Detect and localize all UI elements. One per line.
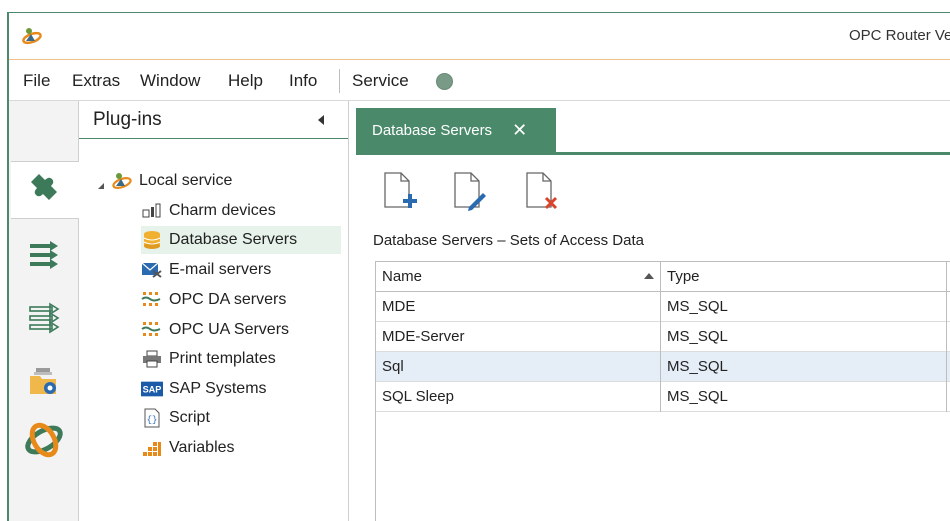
tab-underline bbox=[356, 152, 950, 155]
tree-item-label: Print templates bbox=[169, 350, 276, 367]
printer-icon bbox=[141, 349, 163, 369]
tree-item-label: Script bbox=[169, 409, 210, 426]
close-icon[interactable]: ✕ bbox=[512, 121, 527, 139]
tree-item-opc-ua-servers[interactable]: OPC UA Servers bbox=[141, 316, 341, 344]
cell-name: MDE-Server bbox=[376, 322, 661, 352]
tree-expander-icon[interactable] bbox=[97, 177, 105, 189]
script-icon: {} bbox=[141, 408, 163, 428]
content-area: Database Servers ✕ Database Servers – Se… bbox=[349, 101, 950, 521]
module-plugins[interactable] bbox=[11, 161, 79, 219]
table-row[interactable]: Sql MS_SQL bbox=[376, 352, 950, 382]
charm-devices-icon bbox=[141, 201, 163, 221]
new-document-icon bbox=[379, 172, 419, 219]
tree-root-local-service[interactable]: Local service bbox=[97, 169, 232, 193]
tree-item-charm-devices[interactable]: Charm devices bbox=[141, 197, 341, 225]
tree-item-label: Charm devices bbox=[169, 202, 276, 219]
module-connections[interactable] bbox=[11, 228, 77, 286]
delete-document-icon bbox=[521, 172, 561, 219]
email-icon bbox=[141, 260, 163, 280]
tree-item-database-servers[interactable]: Database Servers bbox=[141, 226, 341, 254]
module-settings[interactable] bbox=[11, 353, 77, 411]
edit-button[interactable] bbox=[449, 169, 489, 215]
cell-type: MS_SQL bbox=[661, 292, 947, 322]
opc-da-icon bbox=[141, 290, 163, 310]
service-status-indicator bbox=[436, 73, 453, 90]
table-row[interactable]: SQL Sleep MS_SQL bbox=[376, 382, 950, 412]
column-header-type[interactable]: Type bbox=[661, 262, 947, 292]
tree-item-label: Variables bbox=[169, 439, 235, 456]
menu-help[interactable]: Help bbox=[228, 71, 263, 91]
column-header-label: Type bbox=[667, 268, 700, 285]
sap-icon: SAP bbox=[141, 379, 163, 399]
module-templates[interactable] bbox=[11, 291, 77, 349]
cell-name: SQL Sleep bbox=[376, 382, 661, 412]
table-header: Name Type bbox=[376, 262, 950, 292]
database-servers-table: Name Type MDE MS_SQL MDE-Server MS_SQL S… bbox=[375, 261, 950, 521]
variables-icon bbox=[141, 438, 163, 458]
collapse-panel-icon[interactable] bbox=[318, 115, 324, 125]
cell-type: MS_SQL bbox=[661, 352, 947, 382]
table-row[interactable]: MDE MS_SQL bbox=[376, 292, 950, 322]
tree-item-print-templates[interactable]: Print templates bbox=[141, 345, 341, 373]
plugins-title: Plug-ins bbox=[93, 109, 162, 130]
column-header-name[interactable]: Name bbox=[376, 262, 661, 292]
tree-item-label: OPC DA servers bbox=[169, 291, 287, 308]
delete-button[interactable] bbox=[521, 169, 561, 215]
tree-item-label: OPC UA Servers bbox=[169, 321, 290, 338]
menu-extras[interactable]: Extras bbox=[72, 71, 120, 91]
opc-router-logo-icon bbox=[22, 420, 66, 464]
module-about[interactable] bbox=[11, 413, 77, 471]
cell-type: MS_SQL bbox=[661, 382, 947, 412]
new-button[interactable] bbox=[379, 169, 419, 215]
tree-item-variables[interactable]: Variables bbox=[141, 434, 341, 462]
table-row[interactable]: MDE-Server MS_SQL bbox=[376, 322, 950, 352]
tree-item-label: SAP Systems bbox=[169, 380, 267, 397]
column-header-label: Name bbox=[382, 268, 423, 285]
connections-arrows-icon bbox=[26, 237, 62, 277]
title-bar: OPC Router Ve bbox=[9, 13, 950, 60]
window-title: OPC Router Ve bbox=[849, 27, 950, 44]
database-icon bbox=[141, 230, 163, 250]
local-service-icon bbox=[111, 171, 133, 191]
menu-info[interactable]: Info bbox=[289, 71, 317, 91]
plugins-panel: Plug-ins Local service Charm devices Dat… bbox=[79, 101, 349, 521]
opc-ua-icon bbox=[141, 320, 163, 340]
tree-item-email-servers[interactable]: E-mail servers bbox=[141, 256, 341, 284]
cell-name: Sql bbox=[376, 352, 661, 382]
tree-root-label: Local service bbox=[139, 172, 233, 189]
folder-settings-icon bbox=[26, 362, 62, 402]
tree-item-label: Database Servers bbox=[169, 231, 298, 248]
menu-service[interactable]: Service bbox=[352, 71, 409, 91]
section-title: Database Servers – Sets of Access Data bbox=[373, 232, 644, 249]
menu-bar: File Extras Window Help Info Service bbox=[9, 61, 950, 101]
plugin-puzzle-icon bbox=[25, 168, 65, 212]
tree-item-label: E-mail servers bbox=[169, 261, 272, 278]
tree-item-script[interactable]: {} Script bbox=[141, 404, 341, 432]
app-window: OPC Router Ve File Extras Window Help In… bbox=[7, 12, 950, 521]
tab-label: Database Servers bbox=[372, 121, 493, 139]
tab-database-servers[interactable]: Database Servers ✕ bbox=[356, 108, 556, 152]
edit-document-icon bbox=[449, 172, 489, 219]
svg-text:{}: {} bbox=[147, 415, 158, 425]
menu-file[interactable]: File bbox=[23, 71, 50, 91]
cell-type: MS_SQL bbox=[661, 322, 947, 352]
templates-arrows-icon bbox=[26, 300, 62, 340]
module-iconbar bbox=[9, 101, 79, 521]
sort-ascending-icon bbox=[644, 273, 654, 279]
cell-name: MDE bbox=[376, 292, 661, 322]
opc-router-logo-icon bbox=[21, 25, 43, 47]
menu-window[interactable]: Window bbox=[140, 71, 200, 91]
tree-item-opc-da-servers[interactable]: OPC DA servers bbox=[141, 286, 341, 314]
menu-separator bbox=[339, 69, 340, 93]
tree-item-sap-systems[interactable]: SAP SAP Systems bbox=[141, 375, 341, 403]
plugins-header: Plug-ins bbox=[79, 101, 348, 139]
svg-text:SAP: SAP bbox=[143, 385, 162, 395]
